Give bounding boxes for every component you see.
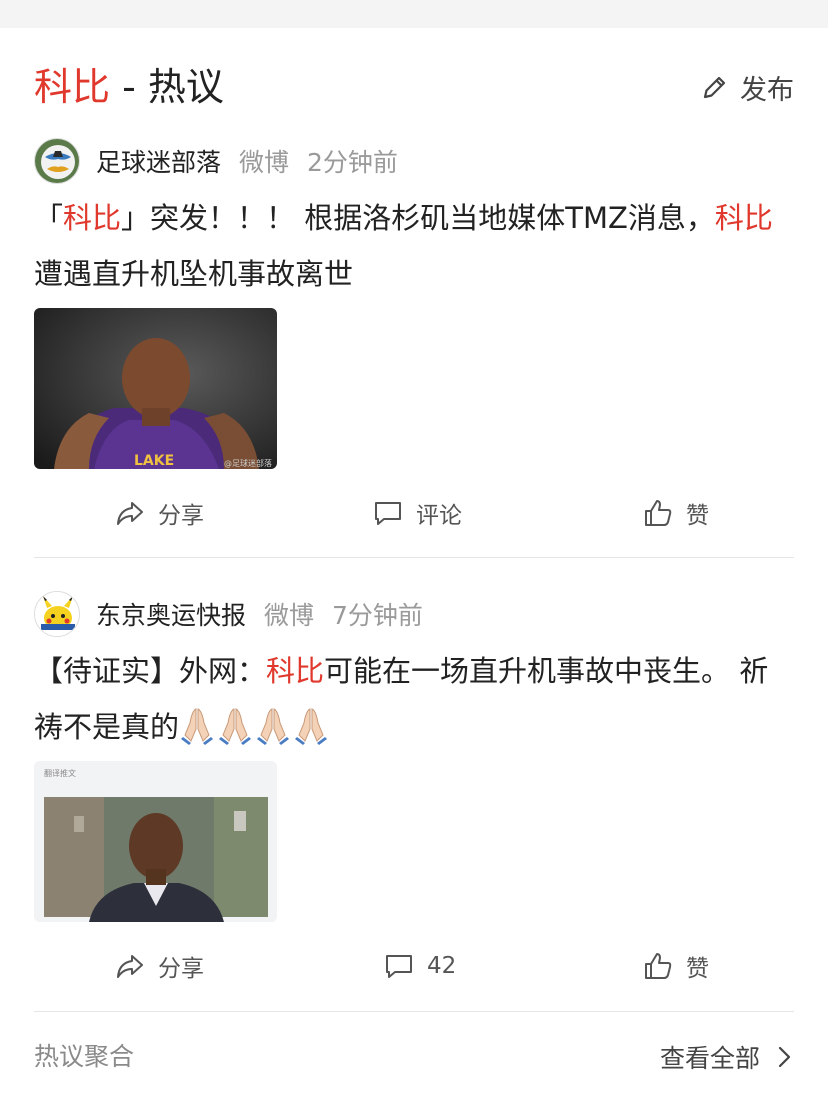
section-header: 科比 - 热议 发布	[34, 62, 794, 112]
view-all-link[interactable]: 查看全部	[660, 1032, 794, 1082]
image-header-text: 翻译推文	[44, 768, 76, 778]
share-label: 分享	[158, 503, 204, 529]
share-label: 分享	[158, 956, 204, 982]
praying-hands-icon	[257, 708, 290, 745]
publish-button[interactable]: 发布	[700, 66, 794, 108]
post-source: 微博	[239, 148, 290, 177]
post-actions: 分享 42 赞	[34, 941, 794, 991]
post-time: 2分钟前	[307, 148, 398, 177]
keyword-highlight: 科比	[266, 654, 325, 688]
author-name[interactable]: 东京奥运快报	[96, 596, 246, 632]
post-actions: 分享 评论 赞	[34, 488, 794, 538]
post-text[interactable]: 【待证实】外网：科比可能在一场直升机事故中丧生。 祈祷不是真的	[34, 643, 794, 755]
chevron-right-icon	[778, 1046, 791, 1068]
divider	[34, 557, 794, 558]
tweet-screenshot-image: 翻译推文	[34, 761, 277, 922]
praying-hands-icon	[219, 708, 252, 745]
post-text[interactable]: 「科比」突发！！！ 根据洛杉矶当地媒体TMZ消息，科比遭遇直升机坠机事故离世	[34, 190, 794, 302]
comment-icon	[386, 955, 412, 978]
post-header: 足球迷部落 微博 2分钟前	[34, 136, 416, 186]
share-button[interactable]: 分享	[114, 488, 204, 538]
view-all-label: 查看全部	[659, 1044, 760, 1073]
comment-button[interactable]: 42	[383, 941, 456, 991]
section-title-keyword: 科比	[34, 65, 111, 109]
post-time: 7分钟前	[332, 601, 423, 630]
pikachu-avatar-icon	[35, 592, 79, 636]
aggregation-label: 热议聚合	[34, 1042, 135, 1071]
section-title: 科比 - 热议	[34, 62, 224, 112]
post-header: 东京奥运快报 微博 7分钟前	[34, 589, 441, 639]
avatar[interactable]	[34, 591, 80, 637]
post-image[interactable]: 翻译推文	[34, 761, 277, 922]
praying-hands-icon	[181, 708, 214, 745]
publish-label: 发布	[740, 74, 794, 106]
section-title-suffix: - 热议	[110, 65, 224, 109]
like-button[interactable]: 赞	[642, 941, 709, 991]
post-card[interactable]: 东京奥运快报 微博 7分钟前 【待证实】外网：科比可能在一场直升机事故中丧生。 …	[34, 589, 794, 1009]
comment-label: 评论	[416, 503, 462, 529]
praying-hands-emoji-group	[179, 708, 331, 745]
keyword-highlight: 科比	[63, 201, 122, 235]
photo-image: LAKE @足球迷部落	[34, 308, 277, 469]
thumbs-up-icon	[645, 953, 672, 979]
comment-icon	[375, 502, 401, 525]
footer-bar: 热议聚合 查看全部	[34, 1032, 794, 1082]
post-image[interactable]: LAKE @足球迷部落	[34, 308, 277, 469]
share-button[interactable]: 分享	[114, 941, 204, 991]
text-segment: 「	[34, 201, 64, 235]
praying-hands-icon	[295, 708, 328, 745]
post-card[interactable]: 足球迷部落 微博 2分钟前 「科比」突发！！！ 根据洛杉矶当地媒体TMZ消息，科…	[34, 136, 794, 556]
divider	[34, 1011, 794, 1012]
share-icon	[117, 502, 143, 525]
top-spacer-bar	[0, 0, 828, 28]
author-name[interactable]: 足球迷部落	[96, 143, 221, 179]
thumbs-up-icon	[645, 500, 672, 526]
like-label: 赞	[686, 503, 709, 529]
comment-button[interactable]: 评论	[372, 488, 462, 538]
share-icon	[117, 955, 143, 978]
like-label: 赞	[686, 956, 709, 982]
text-segment: 遭遇直升机坠机事故离世	[34, 257, 354, 291]
svg-text:LAKE: LAKE	[134, 453, 174, 469]
text-segment: 」突发！！！ 根据洛杉矶当地媒体TMZ消息，	[121, 201, 715, 235]
image-watermark: @足球迷部落	[224, 458, 272, 468]
soccer-ball-icon	[35, 139, 79, 183]
post-source: 微博	[264, 601, 315, 630]
like-button[interactable]: 赞	[642, 488, 709, 538]
avatar[interactable]	[34, 138, 80, 184]
keyword-highlight: 科比	[714, 201, 773, 235]
comment-count: 42	[427, 953, 457, 979]
text-segment: 【待证实】外网：	[34, 654, 267, 688]
pencil-icon	[703, 76, 726, 99]
